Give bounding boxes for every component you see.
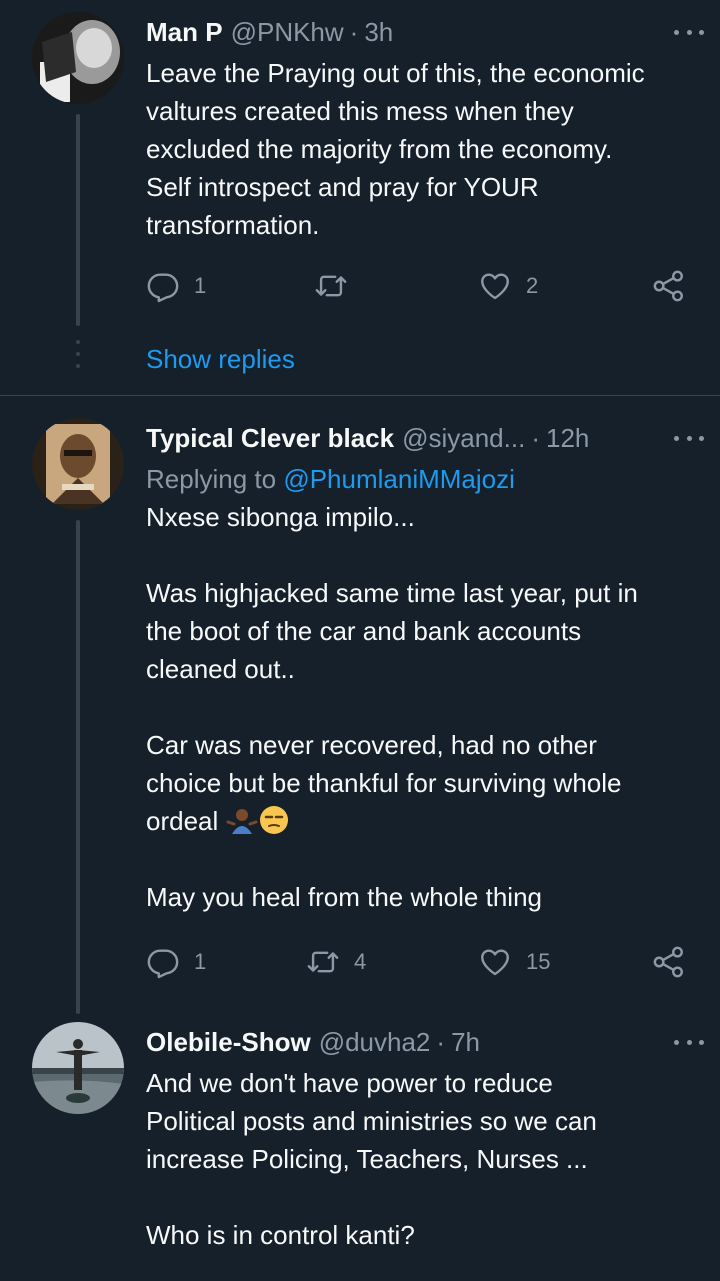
tweet-actions: 1 4 15: [146, 942, 696, 982]
avatar[interactable]: [32, 418, 124, 510]
thread-line: [76, 520, 80, 1014]
avatar[interactable]: [32, 1022, 124, 1114]
display-name[interactable]: Typical Clever black: [146, 423, 394, 454]
tweet-header: Typical Clever black @siyand... · 12h: [146, 418, 700, 458]
avatar[interactable]: [32, 12, 124, 104]
reply-icon: [146, 945, 180, 979]
replying-to-label: Replying to: [146, 464, 277, 494]
like-count: 15: [526, 949, 551, 974]
share-icon: [652, 269, 686, 303]
retweet-button[interactable]: 4: [306, 942, 366, 982]
tweet-header: Olebile-Show @duvha2 · 7h: [146, 1022, 700, 1062]
tweet-header: Man P @PNKhw · 3h: [146, 12, 700, 52]
heart-icon: [478, 269, 512, 303]
reply-count: 1: [194, 273, 207, 298]
separator-dot: ·: [436, 1026, 446, 1057]
share-icon: [652, 945, 686, 979]
reply-count: 1: [194, 949, 207, 974]
share-button[interactable]: [652, 942, 686, 982]
like-count: 2: [526, 273, 539, 298]
timestamp[interactable]: 7h: [451, 1027, 480, 1058]
separator-dot: ·: [349, 16, 359, 47]
like-button[interactable]: 15: [478, 942, 550, 982]
retweet-button[interactable]: [314, 266, 348, 306]
tweet-text: Leave the Praying out of this, the econo…: [146, 58, 645, 240]
display-name[interactable]: Olebile-Show: [146, 1027, 311, 1058]
heart-icon: [478, 945, 512, 979]
user-handle[interactable]: @siyand...: [402, 423, 525, 454]
user-handle[interactable]: @PNKhw: [231, 17, 344, 48]
retweet-icon: [306, 945, 340, 979]
more-options-icon[interactable]: [674, 426, 704, 450]
show-replies-link[interactable]: Show replies: [146, 340, 295, 378]
unamused-face-emoji: [259, 806, 288, 834]
reply-button[interactable]: 1: [146, 942, 206, 982]
tweet-text-part: Nxese sibonga impilo... Was highjacked s…: [146, 502, 638, 836]
retweet-icon: [314, 269, 348, 303]
person-shrugging-emoji: [226, 809, 258, 834]
timestamp[interactable]: 12h: [546, 423, 589, 454]
display-name[interactable]: Man P: [146, 17, 223, 48]
thread-dots: [76, 340, 80, 380]
share-button[interactable]: [652, 266, 686, 306]
more-options-icon[interactable]: [674, 1030, 704, 1054]
more-options-icon[interactable]: [674, 20, 704, 44]
separator-dot: ·: [531, 422, 540, 453]
replying-to-mention[interactable]: @PhumlaniMMajozi: [283, 464, 515, 494]
tweet-typical-clever-black[interactable]: Typical Clever black @siyand... · 12h Re…: [0, 396, 720, 1014]
tweet-actions: 1 2: [146, 266, 696, 306]
replying-to: Replying to @PhumlaniMMajozi: [146, 460, 515, 498]
tweet-text-part: May you heal from the whole thing: [146, 882, 542, 912]
timestamp[interactable]: 3h: [364, 17, 393, 48]
like-button[interactable]: 2: [478, 266, 538, 306]
reply-button[interactable]: 1: [146, 266, 206, 306]
thread-line: [76, 114, 80, 326]
reply-icon: [146, 269, 180, 303]
retweet-count: 4: [354, 949, 367, 974]
tweet-man-p[interactable]: Man P @PNKhw · 3h Leave the Praying out …: [0, 0, 720, 396]
tweet-text: And we don't have power to reduce Politi…: [146, 1068, 597, 1250]
tweet-olebile-show[interactable]: Olebile-Show @duvha2 · 7h And we don't h…: [0, 1010, 720, 1281]
user-handle[interactable]: @duvha2: [319, 1027, 431, 1058]
tweet-text: Nxese sibonga impilo... Was highjacked s…: [146, 498, 706, 916]
